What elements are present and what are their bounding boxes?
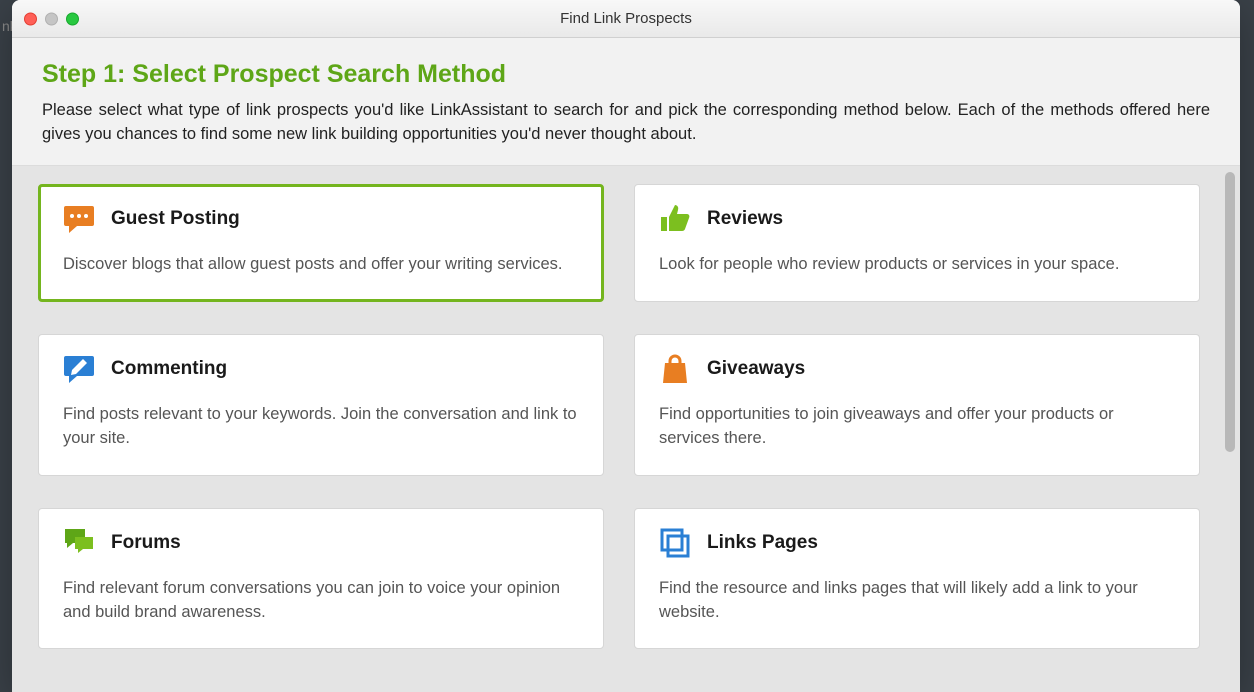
thumbs-up-icon: [659, 203, 691, 235]
titlebar[interactable]: Find Link Prospects: [12, 0, 1240, 38]
card-guest-posting[interactable]: Guest Posting Discover blogs that allow …: [38, 184, 604, 302]
window-title: Find Link Prospects: [12, 10, 1240, 27]
card-links-pages[interactable]: Links Pages Find the resource and links …: [634, 508, 1200, 650]
card-forums[interactable]: Forums Find relevant forum conversations…: [38, 508, 604, 650]
scrollbar-thumb[interactable]: [1225, 172, 1235, 452]
card-description: Look for people who review products or s…: [659, 253, 1175, 277]
card-title: Giveaways: [707, 358, 805, 380]
pencil-bubble-icon: [63, 353, 95, 385]
step-heading: Step 1: Select Prospect Search Method: [42, 60, 1210, 89]
shopping-bag-icon: [659, 353, 691, 385]
card-description: Discover blogs that allow guest posts an…: [63, 253, 579, 277]
options-scroll[interactable]: Guest Posting Discover blogs that allow …: [12, 166, 1222, 692]
options-grid: Guest Posting Discover blogs that allow …: [38, 184, 1200, 650]
card-title: Forums: [111, 532, 181, 554]
minimize-icon[interactable]: [45, 12, 58, 25]
card-description: Find relevant forum conversations you ca…: [63, 577, 579, 625]
dialog-window: Find Link Prospects Step 1: Select Prosp…: [12, 0, 1240, 692]
content-area: Guest Posting Discover blogs that allow …: [12, 166, 1240, 692]
close-icon[interactable]: [24, 12, 37, 25]
pages-icon: [659, 527, 691, 559]
window-controls: [24, 12, 79, 25]
card-reviews[interactable]: Reviews Look for people who review produ…: [634, 184, 1200, 302]
wizard-header: Step 1: Select Prospect Search Method Pl…: [12, 38, 1240, 166]
zoom-icon[interactable]: [66, 12, 79, 25]
step-description: Please select what type of link prospect…: [42, 99, 1210, 147]
forum-icon: [63, 527, 95, 559]
card-giveaways[interactable]: Giveaways Find opportunities to join giv…: [634, 334, 1200, 476]
card-title: Reviews: [707, 208, 783, 230]
card-title: Guest Posting: [111, 208, 240, 230]
card-description: Find posts relevant to your keywords. Jo…: [63, 403, 579, 451]
chat-bubble-icon: [63, 203, 95, 235]
card-title: Links Pages: [707, 532, 818, 554]
card-description: Find opportunities to join giveaways and…: [659, 403, 1175, 451]
card-title: Commenting: [111, 358, 227, 380]
card-commenting[interactable]: Commenting Find posts relevant to your k…: [38, 334, 604, 476]
vertical-scrollbar[interactable]: [1222, 166, 1240, 692]
card-description: Find the resource and links pages that w…: [659, 577, 1175, 625]
